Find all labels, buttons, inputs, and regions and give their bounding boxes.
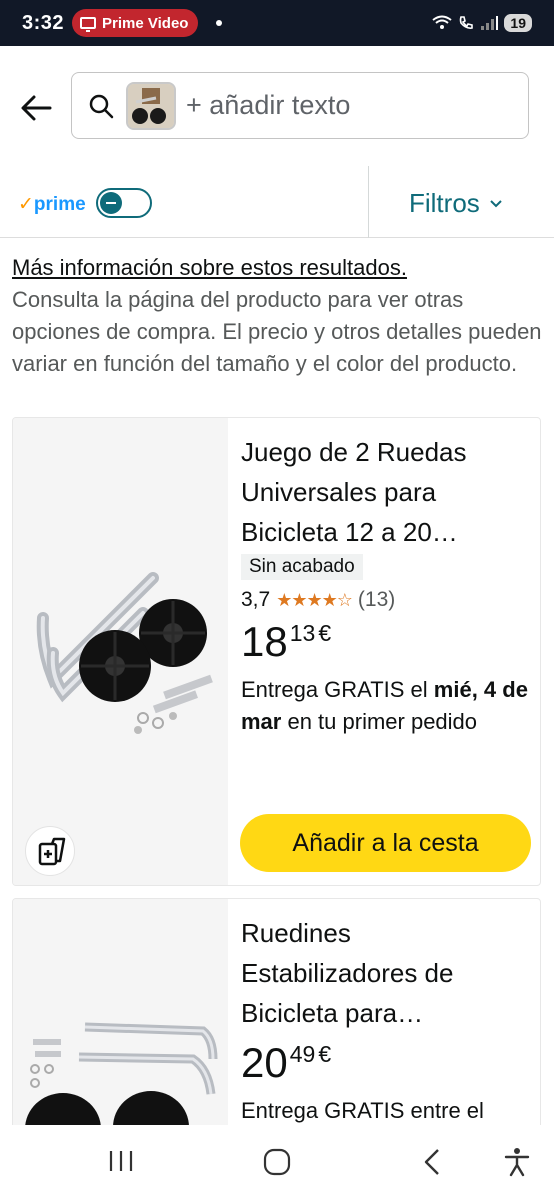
- product-image[interactable]: [13, 418, 228, 885]
- variant-badge: Sin acabado: [241, 554, 363, 580]
- add-to-cart-button[interactable]: Añadir a la cesta: [240, 814, 531, 872]
- tv-icon: [80, 17, 97, 32]
- signal-icon: [481, 16, 499, 30]
- price-fraction: 13: [289, 620, 316, 646]
- delivery-info: Entrega GRATIS entre el: [241, 1095, 531, 1127]
- training-wheels-image: [13, 418, 228, 885]
- compare-icon: [38, 837, 66, 866]
- delivery-info: Entrega GRATIS el mié, 4 de mar en tu pr…: [241, 674, 531, 738]
- search-header: + añadir texto: [0, 46, 554, 166]
- system-nav-bar: [0, 1125, 554, 1200]
- prime-video-label: Prime Video: [102, 14, 189, 32]
- delivery-suffix: en tu primer pedido: [281, 709, 478, 734]
- prime-check-icon: ✓: [18, 194, 34, 215]
- product-rating[interactable]: 3,7 ★★★★☆ (13): [241, 588, 531, 612]
- battery-level: 19: [504, 14, 532, 32]
- recents-icon[interactable]: [108, 1147, 134, 1175]
- product-details: Ruedines Estabilizadores de Bicicleta pa…: [241, 913, 531, 1127]
- results-info-link[interactable]: Más información sobre estos resultados.: [12, 252, 542, 284]
- delivery-prefix: Entrega GRATIS entre el: [241, 1098, 484, 1123]
- delivery-prefix: Entrega GRATIS el: [241, 677, 434, 702]
- price-whole: 20: [241, 1039, 288, 1086]
- chevron-down-icon: [490, 199, 502, 207]
- divider: [368, 166, 369, 238]
- product-price: 20 49 €: [241, 1039, 531, 1087]
- compare-button[interactable]: [25, 826, 75, 876]
- filter-bar: ✓prime Filtros: [0, 166, 554, 238]
- product-title[interactable]: Juego de 2 Ruedas Universales para Bicic…: [241, 432, 531, 552]
- filters-label: Filtros: [409, 188, 480, 218]
- search-image-thumbnail[interactable]: [126, 81, 176, 130]
- product-details: Juego de 2 Ruedas Universales para Bicic…: [241, 432, 531, 738]
- wifi-icon: [432, 15, 453, 29]
- prime-label: prime: [33, 194, 86, 215]
- price-whole: 18: [241, 618, 288, 665]
- toggle-knob: [100, 192, 122, 214]
- star-rating-icon: ★★★★☆: [276, 589, 353, 610]
- filters-button[interactable]: Filtros: [409, 188, 502, 219]
- product-thumbnail-image: [128, 83, 174, 128]
- nav-back-icon[interactable]: [420, 1147, 444, 1177]
- call-icon: [460, 16, 474, 29]
- results-info: Más información sobre estos resultados. …: [12, 252, 542, 380]
- home-icon[interactable]: [262, 1147, 292, 1177]
- prime-video-indicator: Prime Video: [72, 9, 199, 37]
- product-image[interactable]: [13, 899, 228, 1157]
- price-currency: €: [318, 620, 332, 646]
- prime-toggle[interactable]: [96, 188, 152, 218]
- results-info-text: Consulta la página del producto para ver…: [12, 287, 542, 376]
- product-price: 18 13 €: [241, 618, 531, 666]
- accessibility-icon[interactable]: [504, 1147, 530, 1177]
- back-arrow-icon[interactable]: [16, 88, 56, 128]
- clock: 3:32: [22, 11, 65, 34]
- prime-logo: ✓prime: [18, 193, 86, 216]
- product-card[interactable]: Ruedines Estabilizadores de Bicicleta pa…: [12, 898, 541, 1158]
- search-icon: [89, 94, 114, 118]
- status-icons: 19: [432, 14, 532, 32]
- notification-dot-icon: [216, 20, 223, 26]
- rating-value: 3,7: [241, 588, 271, 611]
- price-currency: €: [318, 1041, 332, 1067]
- price-fraction: 49: [289, 1041, 316, 1067]
- product-title[interactable]: Ruedines Estabilizadores de Bicicleta pa…: [241, 913, 531, 1033]
- review-count: (13): [357, 588, 396, 611]
- stabilizer-wheels-image: [13, 899, 228, 1157]
- search-placeholder[interactable]: + añadir texto: [186, 90, 350, 121]
- status-bar: 3:32 Prime Video 19: [0, 0, 554, 46]
- search-input[interactable]: + añadir texto: [71, 72, 529, 139]
- product-card[interactable]: Juego de 2 Ruedas Universales para Bicic…: [12, 417, 541, 886]
